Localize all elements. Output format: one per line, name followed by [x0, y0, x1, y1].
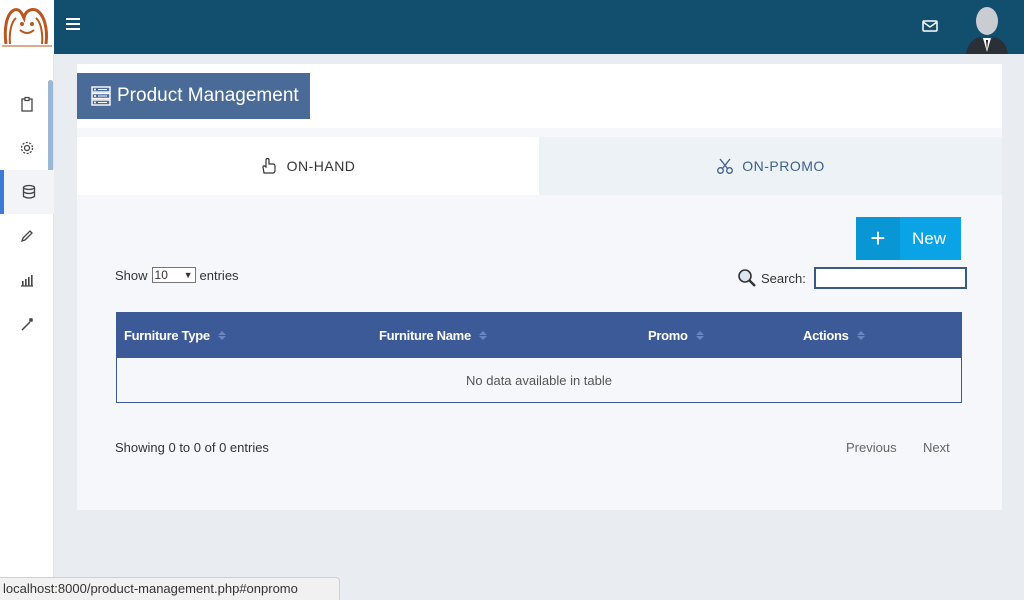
sort-icon: [695, 331, 704, 340]
new-button-label: New: [912, 228, 947, 248]
card-header: Product Management: [77, 64, 1002, 128]
column-label: Furniture Type: [124, 328, 210, 343]
sort-icon: [478, 331, 487, 340]
entries-select-value: 10: [154, 268, 168, 282]
tab-on-promo[interactable]: ON-PROMO: [539, 137, 1002, 195]
sidebar-item-reports[interactable]: [0, 258, 54, 302]
column-header-furniture-name[interactable]: Furniture Name: [379, 313, 487, 358]
chevron-down-icon: ▼: [183, 270, 193, 280]
search-label: Search:: [761, 270, 806, 286]
scissors-icon: [717, 158, 734, 174]
sort-icon: [217, 331, 226, 340]
sidebar-item-edit[interactable]: [0, 214, 54, 258]
product-management-card: Product Management ON-HAND ON-PROMO + Ne…: [77, 64, 1002, 510]
database-icon: [22, 184, 36, 199]
column-label: Promo: [648, 328, 688, 343]
search-input[interactable]: [813, 267, 967, 289]
clipboard-icon: [21, 96, 33, 112]
gear-icon: [20, 141, 34, 155]
show-label: Show: [115, 267, 148, 283]
server-icon: [91, 86, 111, 106]
next-button[interactable]: Next: [923, 440, 950, 455]
sort-icon: [856, 331, 865, 340]
entries-label: entries: [199, 267, 239, 283]
column-label: Actions: [803, 328, 849, 343]
tab-on-hand[interactable]: ON-HAND: [77, 137, 539, 195]
user-avatar[interactable]: [964, 4, 1010, 54]
tab-on-hand-label: ON-HAND: [286, 158, 356, 174]
plus-icon: +: [856, 217, 900, 260]
page-title-text: Product Management: [117, 85, 299, 106]
empty-message: No data available in table: [466, 372, 612, 388]
hamburger-icon[interactable]: [66, 18, 80, 32]
column-header-furniture-type[interactable]: Furniture Type: [124, 313, 226, 358]
pencil-icon: [20, 230, 33, 243]
entries-select[interactable]: 10 ▼: [151, 267, 196, 283]
browser-status-bar: localhost:8000/product-management.php#on…: [0, 577, 340, 600]
bar-chart-icon: [21, 275, 33, 287]
sidebar-item-tools[interactable]: [0, 302, 54, 346]
sidebar-item-clipboard[interactable]: [0, 82, 54, 126]
new-button[interactable]: + New: [856, 217, 961, 260]
table-header: Furniture Type Furniture Name Promo Acti…: [117, 313, 961, 358]
column-header-actions[interactable]: Actions: [803, 313, 865, 358]
top-navbar: [0, 0, 1024, 54]
column-header-promo[interactable]: Promo: [648, 313, 704, 358]
length-control: Show 10 ▼ entries: [115, 267, 239, 283]
app-logo[interactable]: [0, 0, 54, 54]
table-info: Showing 0 to 0 of 0 entries: [115, 440, 269, 455]
table-empty-row: No data available in table: [117, 358, 961, 402]
sidebar: [0, 54, 54, 600]
tab-on-promo-label: ON-PROMO: [742, 158, 825, 174]
hand-icon: [261, 157, 276, 174]
furniture-table: Furniture Type Furniture Name Promo Acti…: [116, 312, 962, 403]
search-icon: [738, 269, 756, 287]
tab-bar: ON-HAND ON-PROMO: [77, 137, 1002, 195]
sidebar-item-settings[interactable]: [0, 126, 54, 170]
sidebar-item-database[interactable]: [0, 170, 54, 214]
column-label: Furniture Name: [379, 328, 471, 343]
page-title: Product Management: [77, 73, 310, 119]
logo-icon: [2, 8, 52, 47]
previous-button[interactable]: Previous: [846, 440, 897, 455]
magic-wand-icon: [21, 318, 33, 331]
mail-icon[interactable]: [922, 19, 938, 33]
search-control: Search:: [737, 267, 967, 289]
